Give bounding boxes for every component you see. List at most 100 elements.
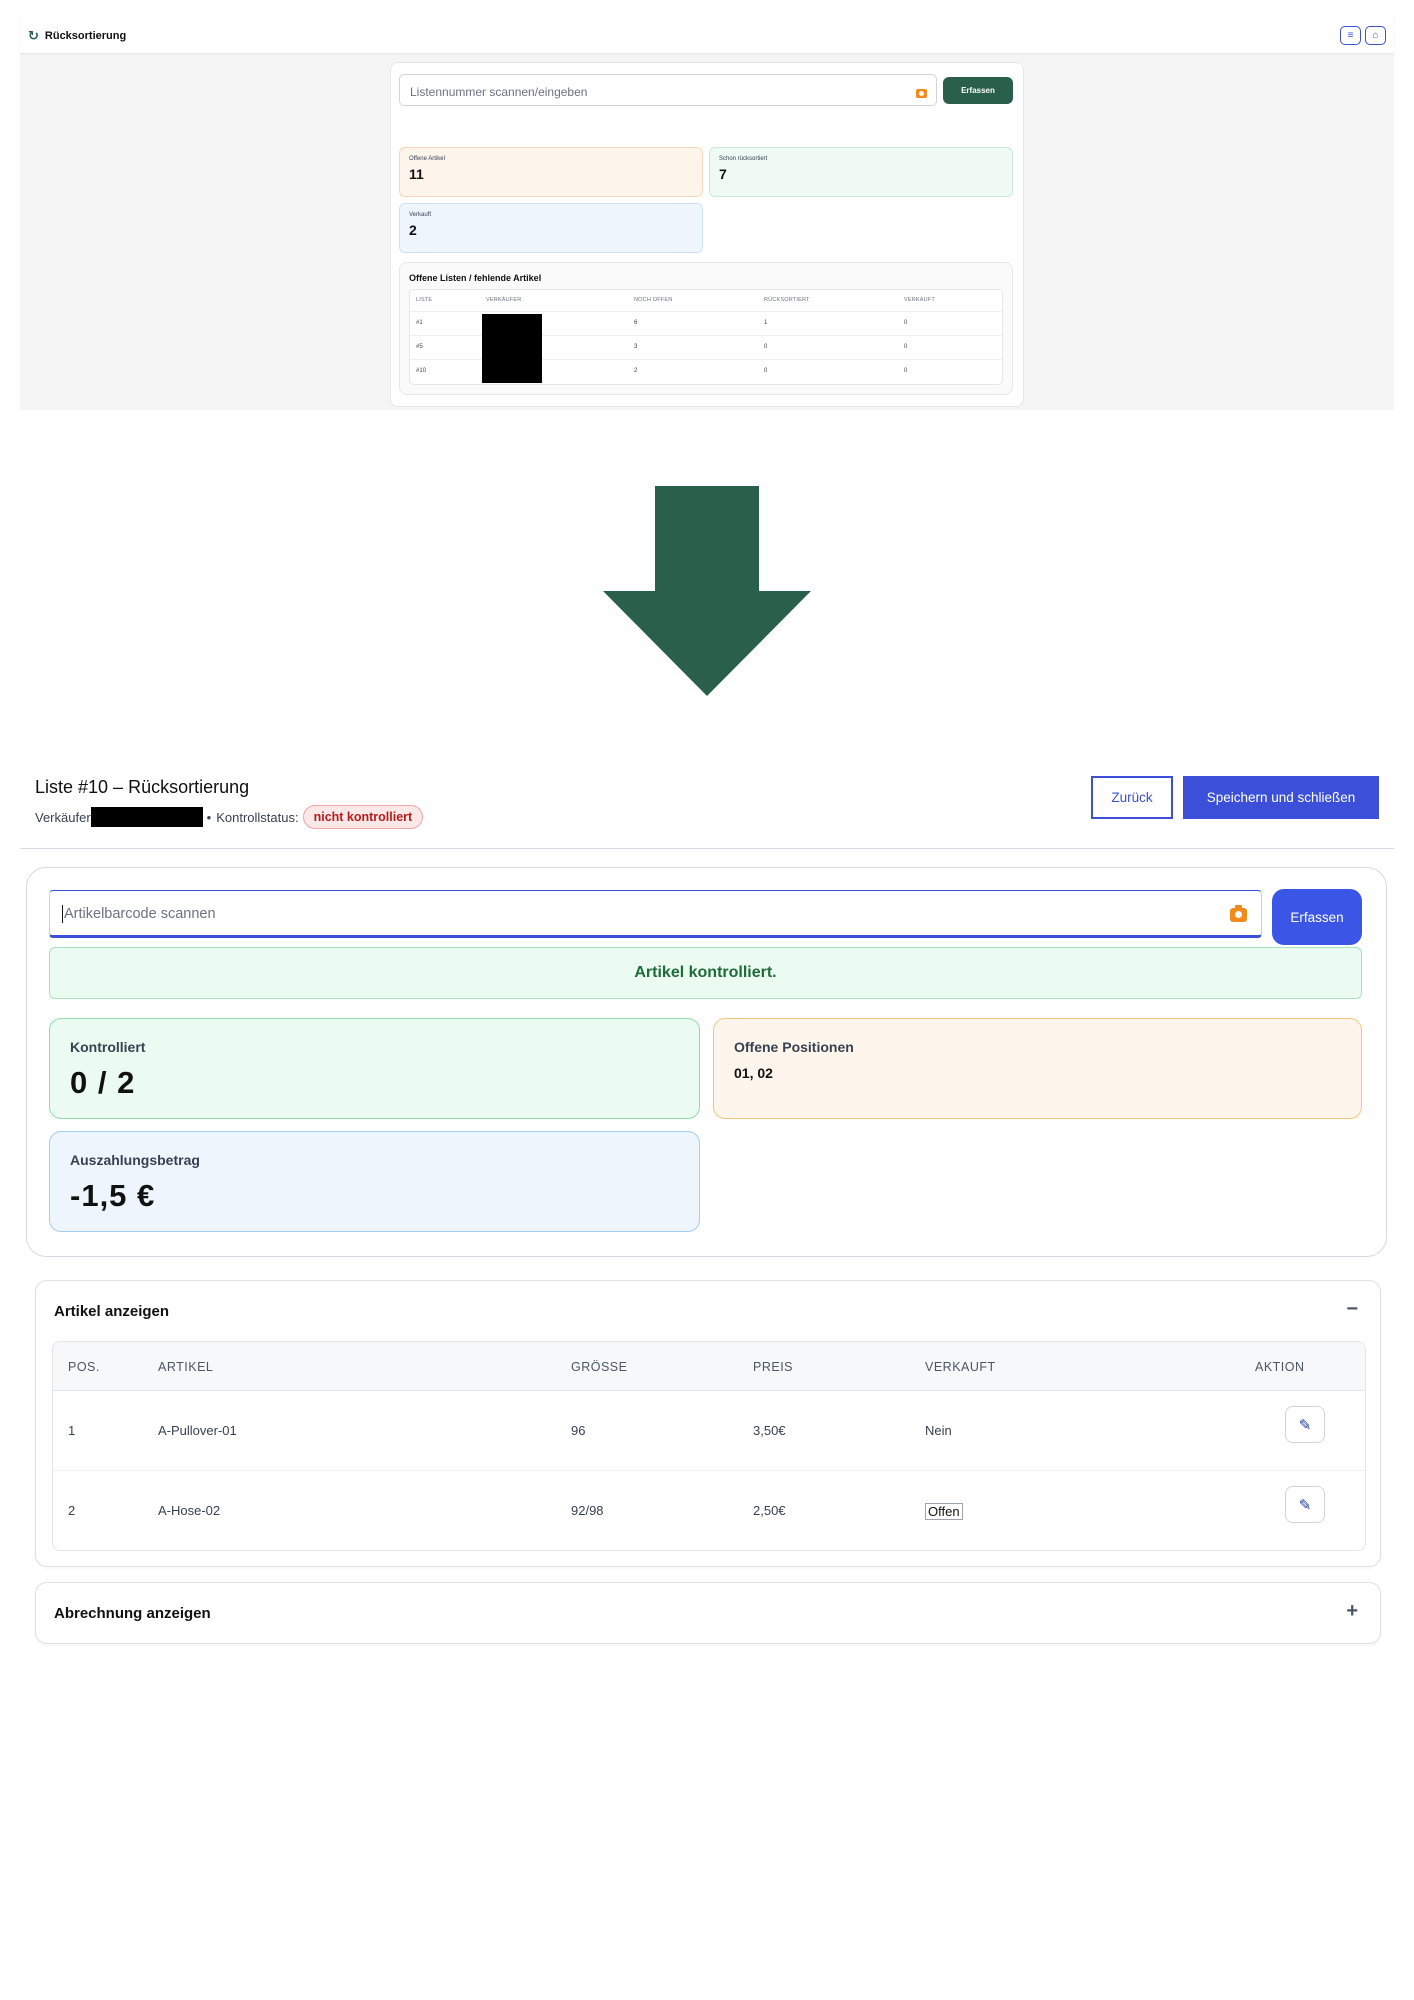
- list-detail-screenshot: Liste #10 – Rücksortierung Verkäufer • K…: [20, 765, 1394, 1645]
- cell-artikel: A-Hose-02: [158, 1503, 221, 1518]
- open-lists-card: Offene Listen / fehlende Artikel LISTE V…: [399, 262, 1013, 395]
- cell-artikel: A-Pullover-01: [158, 1423, 237, 1438]
- table-row: 2 A-Hose-02 92/98 2,50€ Offen ✎: [53, 1471, 1365, 1550]
- list-meta: Verkäufer • Kontrollstatus: nicht kontro…: [35, 805, 424, 829]
- stat-label: Verkauft: [409, 212, 432, 218]
- billing-accordion-title[interactable]: Abrechnung anzeigen: [54, 1605, 211, 1622]
- billing-accordion[interactable]: Abrechnung anzeigen +: [35, 1582, 1381, 1644]
- capture-list-button[interactable]: Erfassen: [943, 77, 1013, 104]
- cell-ruecksortiert: 0: [764, 344, 768, 350]
- col-header-groesse: GRÖSSE: [571, 1360, 628, 1374]
- overview-screenshot: ↻ Rücksortierung ≡ ⌂ Listennummer scanne…: [20, 15, 1394, 410]
- collapse-icon[interactable]: −: [1346, 1298, 1358, 1321]
- table-header-row: POS. ARTIKEL GRÖSSE PREIS VERKAUFT AKTIO…: [53, 1342, 1365, 1391]
- app-brand[interactable]: ↻ Rücksortierung: [28, 29, 126, 42]
- cell-preis: 3,50€: [753, 1423, 786, 1438]
- stat-label: Offene Positionen: [734, 1039, 854, 1055]
- save-and-close-button[interactable]: Speichern und schließen: [1183, 776, 1379, 819]
- stat-label: Schon rücksortiert: [719, 156, 768, 162]
- col-header-liste: LISTE: [416, 297, 433, 303]
- stat-value: 01, 02: [734, 1065, 773, 1081]
- control-status-label: Kontrollstatus:: [216, 809, 299, 825]
- cell-noch-offen: 2: [634, 368, 638, 374]
- refresh-icon: ↻: [28, 28, 39, 43]
- cell-groesse: 96: [571, 1423, 586, 1438]
- stat-kontrolliert: Kontrolliert 0 / 2: [49, 1018, 700, 1119]
- col-header-aktion: AKTION: [1255, 1360, 1305, 1374]
- stat-offene-positionen: Offene Positionen 01, 02: [713, 1018, 1362, 1119]
- top-nav-buttons: ≡ ⌂: [1340, 26, 1386, 45]
- scan-card: Artikelbarcode scannen Erfassen Artikel …: [26, 867, 1387, 1257]
- cell-noch-offen: 6: [634, 320, 638, 326]
- cell-verkauft: 0: [904, 320, 908, 326]
- col-header-preis: PREIS: [753, 1360, 794, 1374]
- list-number-input[interactable]: Listennummer scannen/eingeben: [399, 74, 937, 106]
- stat-value: -1,5 €: [70, 1178, 156, 1213]
- articles-table: POS. ARTIKEL GRÖSSE PREIS VERKAUFT AKTIO…: [52, 1341, 1366, 1551]
- stat-value: 11: [409, 166, 424, 182]
- menu-icon: ≡: [1347, 29, 1354, 41]
- stat-value: 7: [719, 166, 727, 182]
- camera-icon[interactable]: [916, 89, 927, 98]
- text-caret: [62, 905, 63, 923]
- menu-button[interactable]: ≡: [1340, 26, 1361, 45]
- cell-ruecksortiert: 0: [764, 368, 768, 374]
- stat-label: Auszahlungsbetrag: [70, 1152, 200, 1168]
- back-button[interactable]: Zurück: [1091, 776, 1173, 819]
- overview-card: Listennummer scannen/eingeben Erfassen O…: [390, 62, 1024, 407]
- stat-schon-ruecksortiert: Schon rücksortiert 7: [709, 147, 1013, 197]
- stat-auszahlungsbetrag: Auszahlungsbetrag -1,5 €: [49, 1131, 700, 1232]
- capture-article-button[interactable]: Erfassen: [1272, 889, 1362, 945]
- col-header-ruecksortiert: RÜCKSORTIERT: [764, 297, 810, 303]
- col-header-verkauft: VERKAUFT: [904, 297, 935, 303]
- barcode-input[interactable]: Artikelbarcode scannen: [49, 890, 1262, 938]
- arrow-shape: [603, 486, 811, 696]
- status-badge: nicht kontrolliert: [302, 805, 424, 829]
- stat-offene-artikel: Offene Artikel 11: [399, 147, 703, 197]
- table-row: 1 A-Pullover-01 96 3,50€ Nein ✎: [53, 1391, 1365, 1471]
- success-message: Artikel kontrolliert.: [49, 947, 1362, 999]
- table-header-row: LISTE VERKÄUFER NOCH OFFEN RÜCKSORTIERT …: [410, 290, 1002, 312]
- stat-verkauft: Verkauft 2: [399, 203, 703, 253]
- page-title: Liste #10 – Rücksortierung: [35, 777, 250, 797]
- cell-verkauft: 0: [904, 368, 908, 374]
- pencil-icon: ✎: [1298, 1416, 1312, 1434]
- cell-pos: 2: [68, 1503, 76, 1518]
- stat-value: 0 / 2: [70, 1065, 136, 1100]
- col-header-artikel: ARTIKEL: [158, 1360, 214, 1374]
- seller-label: Verkäufer: [35, 809, 91, 825]
- cell-ruecksortiert: 1: [764, 320, 768, 326]
- col-header-verkaeufer: VERKÄUFER: [486, 297, 522, 303]
- cell-verkauft-select[interactable]: Offen: [925, 1503, 963, 1520]
- cell-liste: #1: [416, 320, 423, 326]
- app-title: Rücksortierung: [44, 29, 127, 42]
- col-header-noch-offen: NOCH OFFEN: [634, 297, 673, 303]
- articles-accordion-title[interactable]: Artikel anzeigen: [54, 1303, 169, 1320]
- cell-preis: 2,50€: [753, 1503, 786, 1518]
- cell-noch-offen: 3: [634, 344, 638, 350]
- edit-button[interactable]: ✎: [1285, 1406, 1325, 1443]
- stat-label: Offene Artikel: [409, 156, 445, 162]
- redacted-seller-name: [90, 807, 203, 827]
- barcode-placeholder: Artikelbarcode scannen: [64, 906, 216, 922]
- cell-verkauft: 0: [904, 344, 908, 350]
- header-divider: [20, 848, 1394, 849]
- edit-button[interactable]: ✎: [1285, 1486, 1325, 1523]
- col-header-verkauft: VERKAUFT: [925, 1360, 996, 1374]
- top-navbar: ↻ Rücksortierung ≡ ⌂: [20, 15, 1394, 53]
- open-lists-table: LISTE VERKÄUFER NOCH OFFEN RÜCKSORTIERT …: [409, 289, 1003, 385]
- stat-label: Kontrolliert: [70, 1039, 146, 1055]
- cell-verkauft: Nein: [925, 1423, 952, 1438]
- articles-accordion: Artikel anzeigen − POS. ARTIKEL GRÖSSE P…: [35, 1280, 1381, 1567]
- col-header-pos: POS.: [68, 1360, 100, 1374]
- home-button[interactable]: ⌂: [1365, 26, 1386, 45]
- cell-groesse: 92/98: [571, 1503, 604, 1518]
- down-arrow-icon: [603, 486, 811, 696]
- redacted-seller-names: [482, 314, 542, 383]
- open-lists-title: Offene Listen / fehlende Artikel: [409, 273, 542, 283]
- meta-separator: •: [206, 809, 212, 825]
- camera-icon[interactable]: [1230, 905, 1247, 922]
- home-icon: ⌂: [1372, 29, 1379, 41]
- expand-icon[interactable]: +: [1346, 1600, 1358, 1623]
- pencil-icon: ✎: [1298, 1496, 1312, 1514]
